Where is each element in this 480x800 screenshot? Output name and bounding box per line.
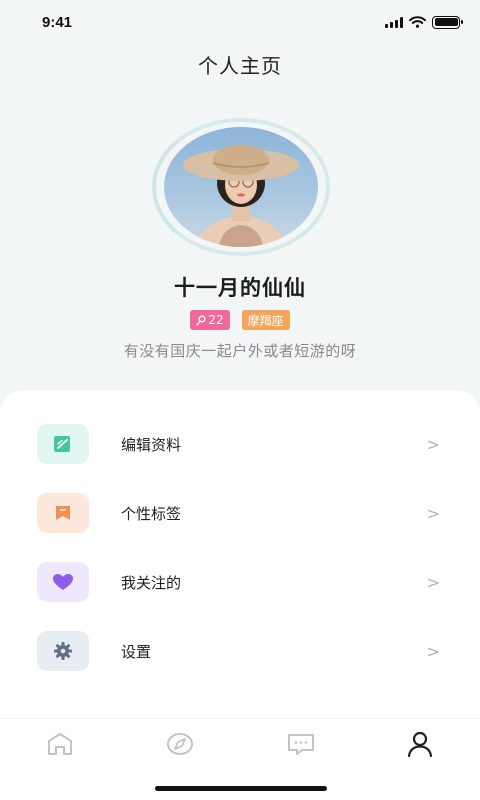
avatar-image — [183, 145, 299, 247]
message-icon — [288, 734, 314, 755]
profile-icon — [407, 731, 433, 757]
status-bar: 9:41 — [0, 0, 480, 44]
heart-icon — [53, 574, 73, 590]
tab-profile[interactable] — [405, 731, 435, 757]
home-icon — [48, 733, 72, 755]
gear-icon-box — [37, 631, 89, 671]
menu-item-personal-tags[interactable]: 个性标签 > — [0, 483, 480, 543]
bookmark-icon — [56, 506, 70, 520]
page-title: 个人主页 — [198, 54, 282, 78]
chevron-right-icon: > — [426, 434, 440, 454]
status-icons — [385, 15, 463, 29]
zodiac-badge: 摩羯座 — [241, 310, 290, 330]
wifi-icon — [409, 16, 426, 28]
tab-messages[interactable] — [286, 731, 316, 757]
edit-icon-box — [37, 424, 89, 464]
age-value: 22 — [208, 313, 224, 327]
bookmark-icon-box — [37, 493, 89, 533]
heart-icon-box — [37, 562, 89, 602]
home-indicator — [155, 786, 327, 791]
avatar-container[interactable] — [152, 118, 332, 258]
menu-item-label: 个性标签 — [121, 504, 182, 523]
profile-name: 十一月的仙仙 — [174, 276, 306, 300]
edit-icon — [54, 436, 70, 452]
menu-item-label: 编辑资料 — [121, 435, 182, 454]
menu-item-label: 设置 — [121, 642, 152, 661]
chevron-right-icon: > — [426, 503, 440, 523]
female-icon — [196, 315, 206, 326]
gear-icon — [54, 642, 72, 660]
profile-bio: 有没有国庆一起户外或者短游的呀 — [123, 342, 357, 360]
age-badge: 22 — [190, 310, 230, 330]
profile-tags: 22 摩羯座 — [0, 310, 480, 330]
menu-card: 编辑资料 > 个性标签 > 我关注的 > 设置 > — [0, 390, 480, 720]
signal-icon — [385, 16, 403, 28]
tab-discover[interactable] — [165, 731, 195, 757]
menu-item-settings[interactable]: 设置 > — [0, 621, 480, 681]
chevron-right-icon: > — [426, 641, 440, 661]
chevron-right-icon: > — [426, 572, 440, 592]
battery-icon — [432, 15, 463, 29]
menu-item-label: 我关注的 — [121, 573, 182, 592]
zodiac-value: 摩羯座 — [247, 313, 284, 328]
menu-item-following[interactable]: 我关注的 > — [0, 552, 480, 612]
compass-icon — [167, 733, 193, 755]
status-time: 9:41 — [42, 13, 73, 31]
avatar[interactable] — [164, 127, 318, 247]
tab-home[interactable] — [45, 731, 75, 757]
menu-item-edit-profile[interactable]: 编辑资料 > — [0, 414, 480, 474]
